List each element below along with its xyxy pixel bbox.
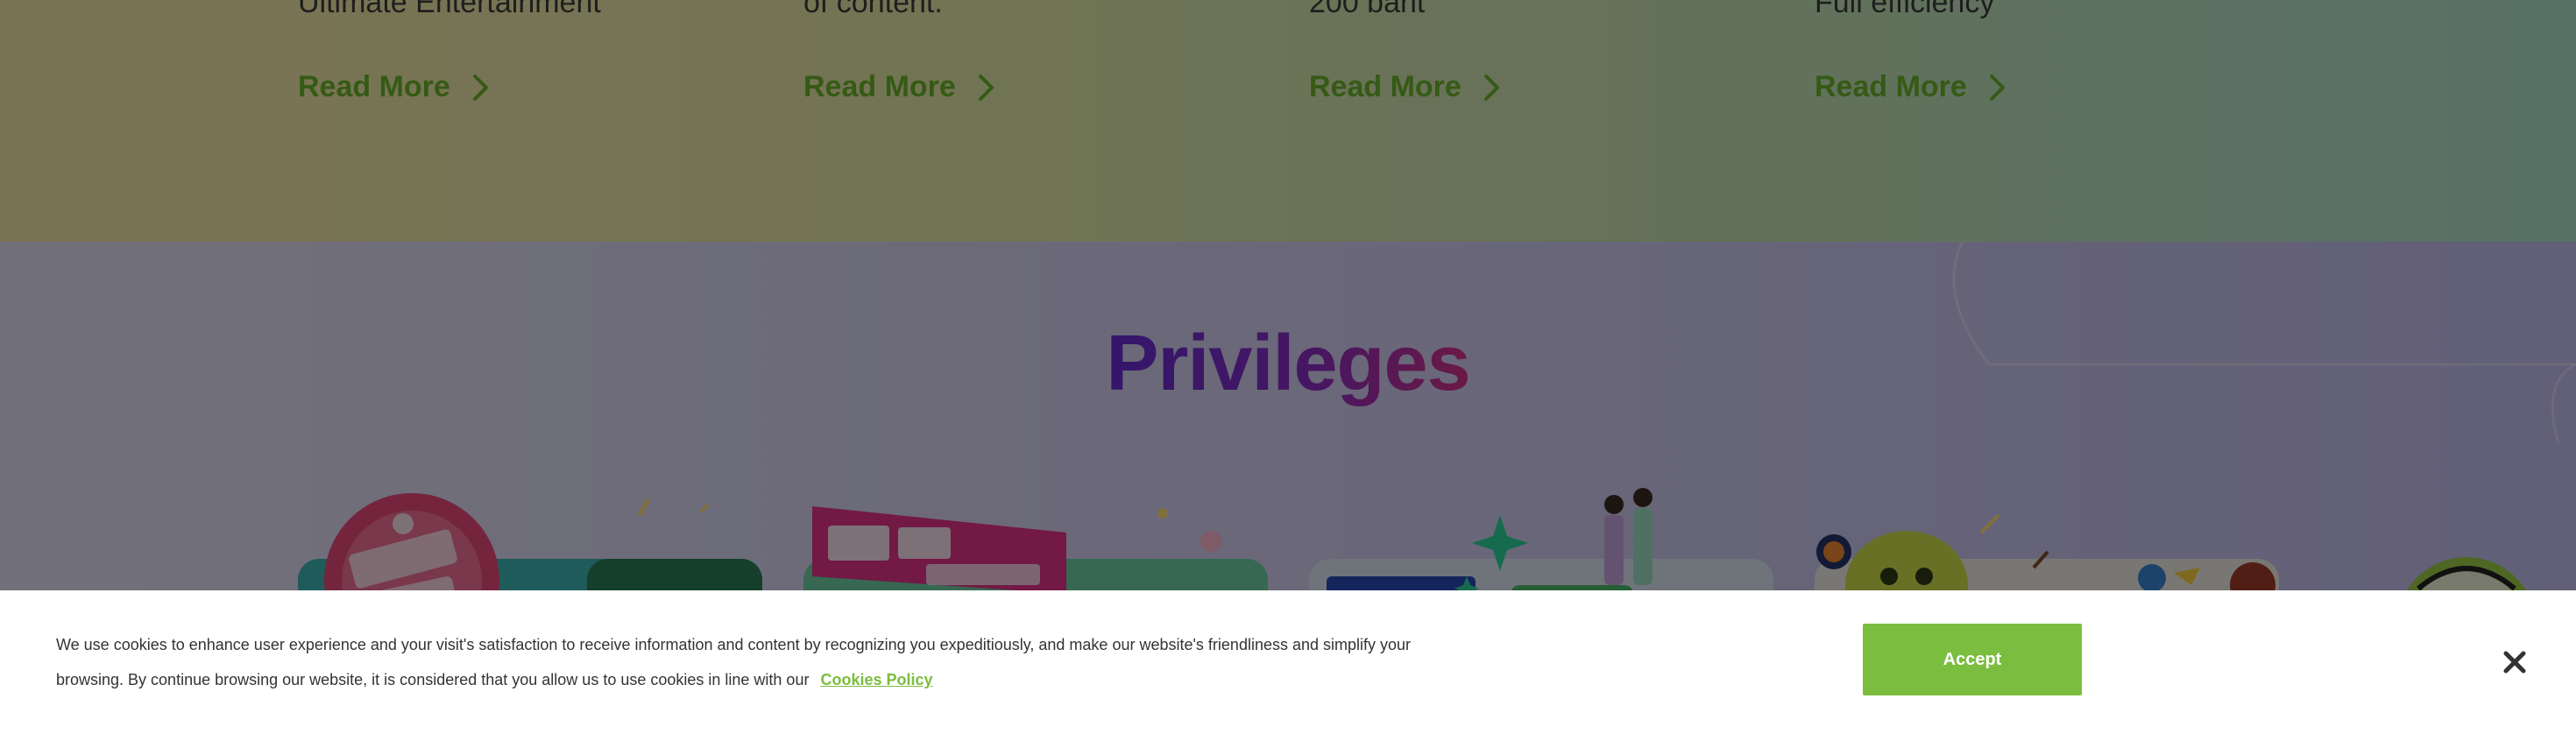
- read-more-link[interactable]: Read More: [1815, 70, 2009, 104]
- cookie-consent-bar: We use cookies to enhance user experienc…: [0, 590, 2576, 734]
- close-icon[interactable]: [2499, 646, 2530, 678]
- read-more-link[interactable]: Read More: [298, 70, 492, 104]
- privileges-title: Privileges: [0, 319, 2576, 409]
- read-more-label: Read More: [1815, 70, 1967, 103]
- accept-button[interactable]: Accept: [1863, 624, 2082, 695]
- chevron-right-icon: [1483, 74, 1499, 101]
- read-more-label: Read More: [1309, 70, 1461, 103]
- cookies-policy-link[interactable]: Cookies Policy: [820, 671, 932, 688]
- privileges-title-text: Privileges: [1106, 320, 1470, 407]
- cookie-message: We use cookies to enhance user experienc…: [56, 627, 1423, 697]
- feature-description: Ultimate Entertainment: [298, 0, 601, 19]
- feature-description: of content.: [803, 0, 943, 19]
- read-more-link[interactable]: Read More: [803, 70, 998, 104]
- chevron-right-icon: [472, 74, 488, 101]
- chevron-right-icon: [978, 74, 994, 101]
- feature-description: 200 baht: [1309, 0, 1426, 19]
- chevron-right-icon: [1989, 74, 2005, 101]
- features-section: Ultimate Entertainment Read More of cont…: [0, 0, 2576, 242]
- read-more-label: Read More: [298, 70, 450, 103]
- feature-description: Full efficiency: [1815, 0, 1995, 19]
- read-more-label: Read More: [803, 70, 956, 103]
- cookie-message-text: We use cookies to enhance user experienc…: [56, 636, 1412, 688]
- read-more-link[interactable]: Read More: [1309, 70, 1504, 104]
